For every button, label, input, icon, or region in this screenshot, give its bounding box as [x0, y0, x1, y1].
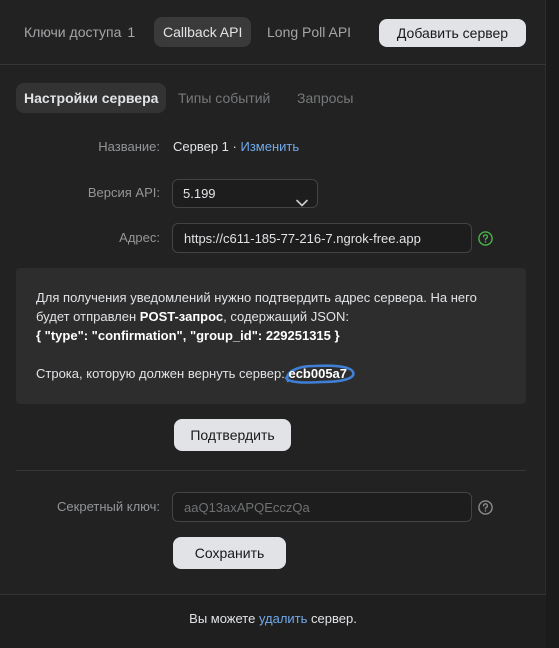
- tab-callback-api[interactable]: Callback API: [154, 17, 252, 47]
- notice-post-request: POST-запрос: [139, 309, 224, 324]
- top-divider: [0, 64, 546, 65]
- confirm-button[interactable]: Подтвердить: [174, 419, 291, 451]
- notice-line-2: будет отправлен POST-запрос, содержащий …: [36, 307, 506, 326]
- subtab-server-settings-label: Настройки сервера: [24, 90, 159, 106]
- api-version-value: 5.199: [183, 186, 216, 201]
- server-name-label: Название:: [98, 139, 160, 154]
- secret-key-input[interactable]: [172, 492, 472, 522]
- tab-long-poll-api-label: Long Poll API: [267, 24, 352, 40]
- api-version-label: Версия API:: [87, 185, 160, 200]
- footer-pre: Вы можете: [189, 611, 259, 626]
- notice-line-4-pre: Строка, которую должен вернуть сервер:: [36, 366, 289, 381]
- tab-long-poll-api[interactable]: Long Poll API: [267, 17, 351, 47]
- confirmation-notice: Для получения уведомлений нужно подтверд…: [16, 268, 526, 404]
- tab-access-keys-count: 1: [127, 24, 136, 40]
- section-divider: [16, 470, 526, 471]
- help-icon[interactable]: [478, 231, 493, 246]
- notice-json-text: { "type": "confirmation", "group_id": 22…: [36, 328, 340, 343]
- footer: Вы можете удалить сервер.: [0, 594, 546, 648]
- secret-key-label: Секретный ключ:: [57, 499, 160, 514]
- footer-post: сервер.: [307, 611, 357, 626]
- notice-line-2-pre: будет отправлен: [36, 309, 140, 324]
- confirmation-code[interactable]: ecb005a7: [285, 364, 356, 384]
- question-icon[interactable]: [478, 500, 493, 515]
- callback-api-panel: Ключи доступа 1 Callback API Long Poll AP…: [0, 0, 546, 648]
- notice-line-4: Строка, которую должен вернуть сервер: e…: [36, 364, 506, 384]
- tab-callback-api-label: Callback API: [163, 24, 243, 40]
- chevron-down-icon: [296, 189, 308, 216]
- address-label: Адрес:: [119, 230, 160, 245]
- add-server-button[interactable]: Добавить сервер: [379, 19, 526, 47]
- subtab-server-settings[interactable]: Настройки сервера: [16, 83, 167, 113]
- subtab-event-types-label: Типы событий: [178, 90, 271, 106]
- notice-line-2-post: , содержащий JSON:: [223, 309, 350, 324]
- subtab-requests[interactable]: Запросы: [297, 83, 353, 113]
- subtab-event-types[interactable]: Типы событий: [178, 83, 270, 113]
- notice-line-1: Для получения уведомлений нужно подтверд…: [36, 290, 477, 305]
- subtab-requests-label: Запросы: [297, 90, 354, 106]
- scrollbar-track[interactable]: [546, 0, 559, 648]
- tab-access-keys[interactable]: Ключи доступа 1: [24, 17, 135, 47]
- notice-json-example: { "type": "confirmation", "group_id": 22…: [36, 326, 506, 345]
- address-input[interactable]: [172, 223, 472, 253]
- tab-access-keys-label: Ключи доступа: [24, 24, 122, 40]
- edit-name-link[interactable]: Изменить: [240, 139, 299, 154]
- save-button[interactable]: Сохранить: [173, 537, 286, 569]
- server-name-text: Сервер 1 ·: [173, 139, 241, 154]
- confirmation-code-text: ecb005a7: [288, 366, 348, 381]
- api-version-select[interactable]: 5.199: [172, 179, 318, 208]
- server-name-value: Сервер 1 · Изменить: [173, 139, 299, 154]
- delete-server-link[interactable]: удалить: [259, 611, 307, 626]
- top-tab-bar: Ключи доступа 1 Callback API Long Poll AP…: [0, 0, 546, 64]
